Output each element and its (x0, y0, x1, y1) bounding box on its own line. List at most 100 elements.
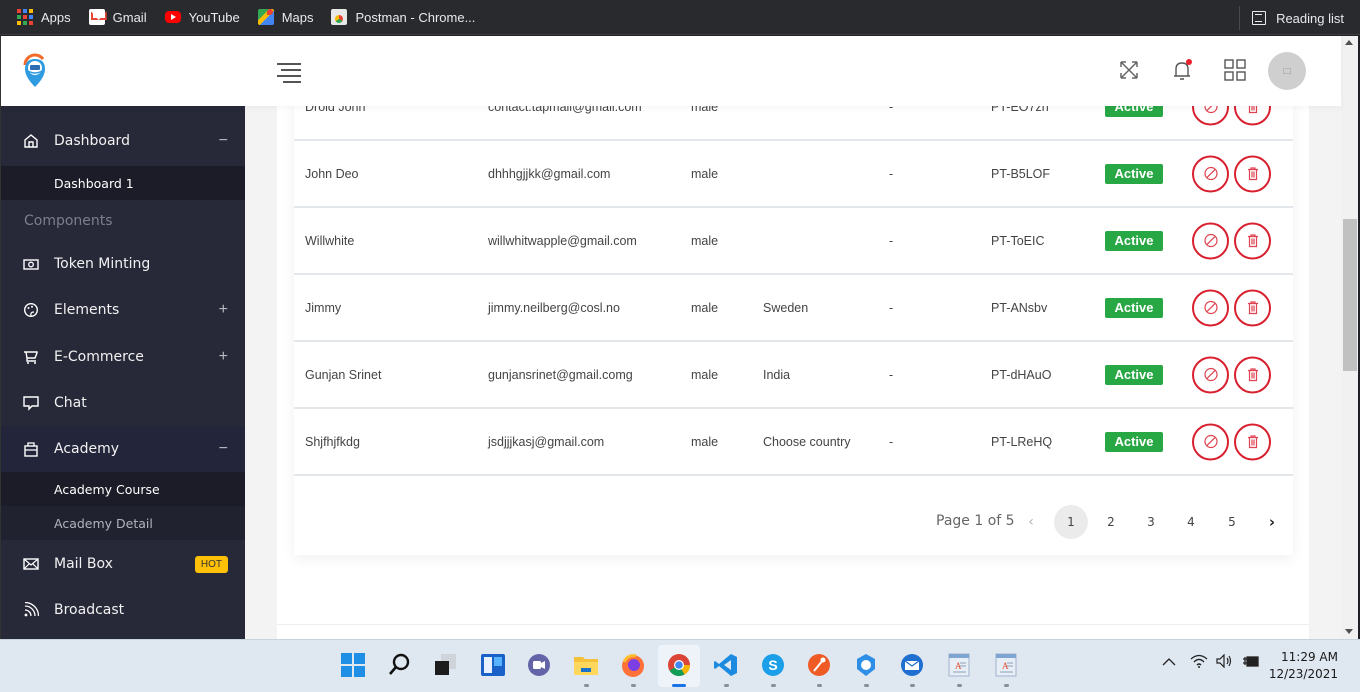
taskbar-search-button[interactable] (387, 652, 413, 678)
delete-user-button[interactable] (1234, 356, 1271, 393)
bookmark-gmail[interactable]: Gmail (88, 5, 147, 29)
sidebar-item-label: Dashboard (54, 133, 130, 149)
collapse-icon[interactable]: − (219, 132, 228, 150)
page-button-4[interactable]: 4 (1174, 505, 1208, 539)
battery-button[interactable] (1242, 654, 1260, 671)
status-badge: Active (1105, 230, 1163, 251)
apps-button[interactable] (1223, 58, 1247, 82)
taskbar-widgets-button[interactable] (480, 652, 506, 678)
notifications-button[interactable] (1170, 58, 1194, 82)
bookmark-apps[interactable]: Apps (17, 5, 71, 29)
table-row: Willwhite willwhitwapple@gmail.com male - PT… (294, 208, 1293, 275)
bookmark-postman[interactable]: Postman - Chrome... (331, 5, 475, 29)
user-country-cell: Choose country (763, 434, 851, 449)
taskbar-windows-start-button[interactable] (340, 652, 366, 678)
avatar[interactable] (1268, 52, 1306, 90)
sidebar-item-elements[interactable]: Elements + (1, 287, 245, 333)
sidebar-item-label: E-Commerce (54, 349, 144, 365)
menu-toggle-button[interactable] (277, 63, 301, 83)
table-row: Jimmy jimmy.neilberg@cosl.no male Sweden - PT… (294, 275, 1293, 342)
chat-icon (23, 396, 39, 411)
taskbar-skype-button[interactable]: S (760, 652, 786, 678)
system-clock[interactable]: 11:29 AM 12/23/2021 (1269, 649, 1338, 683)
notepad-icon: A (948, 653, 970, 677)
taskbar-vscode-button[interactable] (713, 652, 739, 678)
taskbar-notepad-button[interactable]: A (946, 652, 972, 678)
page-button-3[interactable]: 3 (1134, 505, 1168, 539)
sidebar-subitem-academy-detail[interactable]: Academy Detail (1, 506, 245, 540)
teams-chat-icon (528, 654, 550, 676)
widgets-icon (481, 654, 505, 676)
ban-icon (1203, 434, 1218, 449)
avatar-placeholder-icon (1283, 68, 1291, 74)
taskbar-file-explorer-button[interactable] (573, 652, 599, 678)
running-indicator (724, 684, 729, 687)
collapse-icon[interactable]: − (219, 440, 228, 458)
sidebar-item-broadcast[interactable]: Broadcast (1, 587, 245, 633)
sidebar-item-chat[interactable]: Chat (1, 380, 245, 426)
bookmark-maps[interactable]: Maps (257, 5, 313, 29)
sidebar-subitem-dashboard-1[interactable]: Dashboard 1 (1, 166, 245, 200)
taskbar-thunderbird-button[interactable] (899, 652, 925, 678)
notification-dot (1186, 59, 1192, 65)
sidebar-item-academy[interactable]: Academy − (1, 426, 245, 472)
sidebar-item-e-commerce[interactable]: E-Commerce + (1, 334, 245, 380)
block-user-button[interactable] (1192, 356, 1229, 393)
app-icon (857, 654, 875, 676)
bookmarks-bar: Apps Gmail YouTube Maps Postman - Chrome… (0, 0, 1360, 35)
user-gender-cell: male (691, 300, 719, 315)
block-user-button[interactable] (1192, 222, 1229, 259)
bookmark-label: Postman - Chrome... (355, 9, 476, 25)
sidebar-item-dashboard[interactable]: Dashboard − (1, 118, 245, 164)
page-scrollbar[interactable] (1341, 36, 1358, 639)
trash-icon (1247, 368, 1258, 382)
delete-user-button[interactable] (1234, 222, 1271, 259)
running-indicator (957, 684, 962, 687)
wifi-button[interactable] (1190, 654, 1208, 671)
taskbar-app-button[interactable] (853, 652, 879, 678)
page-button-5[interactable]: 5 (1215, 505, 1249, 539)
block-user-button[interactable] (1192, 423, 1229, 460)
sidebar-item-mail-box[interactable]: Mail Box HOT (1, 541, 245, 587)
taskbar-chrome-button[interactable] (666, 652, 692, 678)
block-user-button[interactable] (1192, 289, 1229, 326)
expand-icon[interactable]: + (219, 348, 228, 366)
sidebar-subitem-academy-course[interactable]: Academy Course (1, 472, 245, 506)
scroll-up-arrow-icon[interactable] (1345, 40, 1353, 45)
prev-page-button[interactable]: ‹ (1014, 505, 1048, 539)
logo-icon[interactable] (21, 53, 49, 89)
delete-user-button[interactable] (1234, 423, 1271, 460)
show-hidden-icons-button[interactable] (1162, 654, 1176, 670)
page-button-1[interactable]: 1 (1054, 505, 1088, 539)
taskbar-notepad-button[interactable]: A (993, 652, 1019, 678)
mail-icon (23, 558, 39, 570)
scrollbar-thumb[interactable] (1343, 219, 1357, 371)
taskbar-task-view-button[interactable] (433, 652, 459, 678)
bookmark-youtube[interactable]: YouTube (164, 5, 240, 29)
sidebar-item-token-minting[interactable]: Token Minting (1, 241, 245, 287)
academy-submenu: Academy Course Academy Detail (1, 472, 245, 540)
taskbar-teams-chat-button[interactable] (526, 652, 552, 678)
fullscreen-button[interactable] (1117, 58, 1141, 82)
delete-user-button[interactable] (1234, 289, 1271, 326)
next-page-button[interactable]: › (1255, 505, 1289, 539)
running-indicator (864, 684, 869, 687)
expand-icon[interactable]: + (219, 301, 228, 319)
rss-icon (24, 602, 39, 617)
ban-icon (1203, 367, 1218, 382)
user-extra-cell: - (889, 434, 894, 449)
table-row: Gunjan Srinet gunjansrinet@gmail.comg male… (294, 342, 1293, 409)
volume-button[interactable] (1216, 653, 1234, 671)
delete-user-button[interactable] (1234, 155, 1271, 192)
scroll-down-arrow-icon[interactable] (1345, 629, 1353, 634)
block-user-button[interactable] (1192, 155, 1229, 192)
page-viewport: Dashboard − Dashboard 1 Components Token… (0, 36, 1360, 639)
taskbar-firefox-button[interactable] (620, 652, 646, 678)
sidebar-subitem-label: Academy Detail (54, 515, 153, 531)
user-email-cell: gunjansrinet@gmail.comg (488, 367, 633, 382)
taskbar-postman-button[interactable] (806, 652, 832, 678)
reading-list-button[interactable]: Reading list (1239, 6, 1344, 30)
page-button-2[interactable]: 2 (1094, 505, 1128, 539)
search-icon (389, 653, 410, 675)
windows-start-icon (341, 653, 365, 677)
